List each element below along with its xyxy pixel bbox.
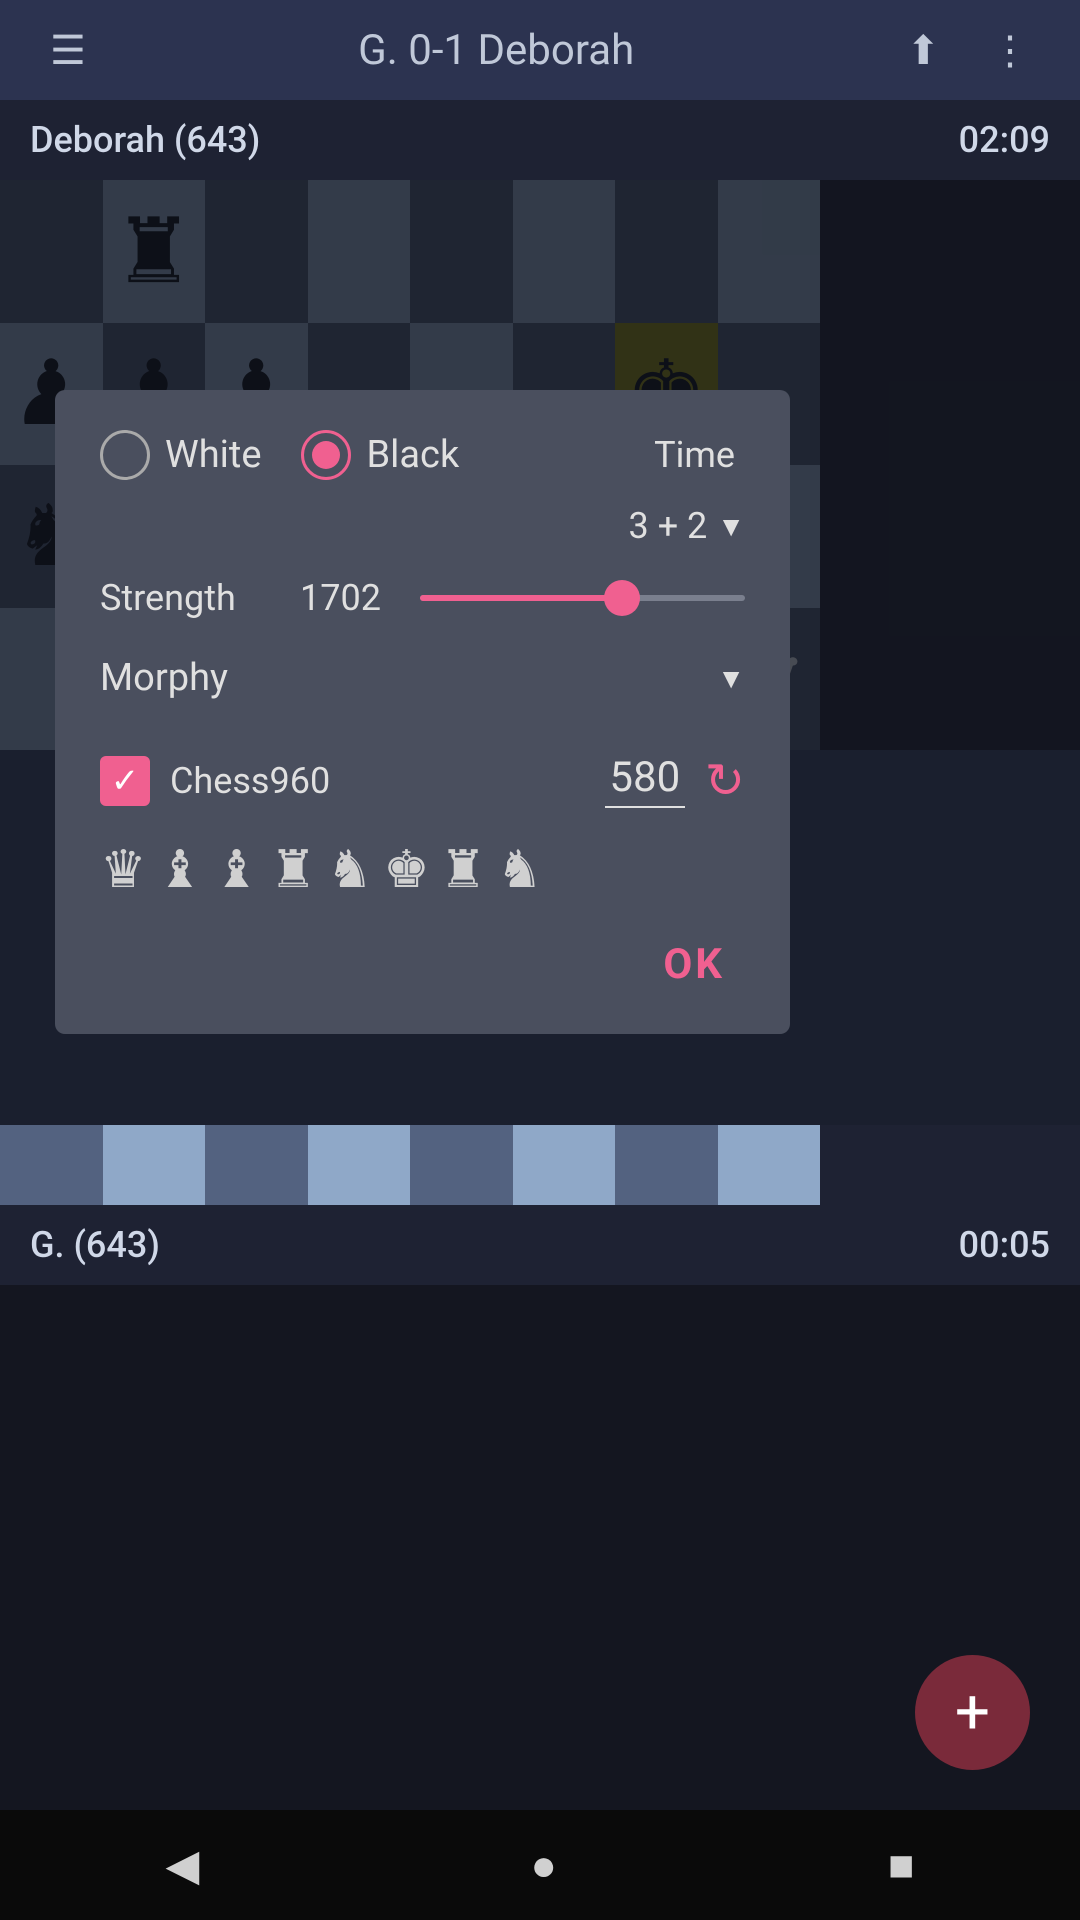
bottom-board-area <box>0 1125 1080 1205</box>
bottom-board-inner <box>0 1125 820 1205</box>
home-nav-icon[interactable]: ● <box>530 1839 557 1891</box>
recents-nav-icon[interactable]: ■ <box>888 1839 915 1891</box>
time-label: Time <box>654 434 735 476</box>
piece-rook1-icon[interactable]: ♜ <box>270 839 317 900</box>
piece-knight2-icon[interactable]: ♞ <box>496 839 543 900</box>
white-radio-option[interactable]: White <box>100 430 261 480</box>
board-seg <box>615 1125 718 1205</box>
color-selection-row: White Black Time <box>100 430 745 480</box>
piece-queen-icon[interactable]: ♛ <box>100 839 147 900</box>
bottom-player-name: G. (643) <box>30 1224 160 1266</box>
time-dropdown-arrow-icon: ▼ <box>717 510 745 543</box>
strength-row: Strength 1702 <box>100 577 745 619</box>
chess960-checkbox[interactable]: ✓ <box>100 756 150 806</box>
black-radio-dot <box>312 441 340 469</box>
opening-label: Morphy <box>100 656 717 700</box>
white-label: White <box>165 433 261 477</box>
more-icon[interactable]: ⋮ <box>980 17 1040 84</box>
black-label: Black <box>366 433 459 477</box>
piece-king-icon[interactable]: ♚ <box>383 839 430 900</box>
top-player-bar: Deborah (643) 02:09 <box>0 100 1080 180</box>
new-game-fab[interactable]: + <box>915 1655 1030 1770</box>
top-bar: ☰ G. 0-1 Deborah ⬆ ⋮ <box>0 0 1080 100</box>
slider-fill <box>420 595 622 601</box>
strength-slider[interactable] <box>420 594 745 602</box>
position-number: 580 <box>605 753 685 808</box>
share-icon[interactable]: ⬆ <box>896 17 950 84</box>
slider-track <box>420 595 745 601</box>
board-seg <box>0 1125 103 1205</box>
black-radio-circle[interactable] <box>301 430 351 480</box>
piece-bishop2-icon[interactable]: ♝ <box>213 839 260 900</box>
white-radio-circle[interactable] <box>100 430 150 480</box>
chess960-row: ✓ Chess960 580 ↻ <box>100 752 745 809</box>
piece-rook2-icon[interactable]: ♜ <box>440 839 487 900</box>
board-seg <box>410 1125 513 1205</box>
plus-icon: + <box>955 1682 990 1744</box>
time-row: 3 + 2 ▼ <box>100 500 745 547</box>
dialog: White Black Time 3 + 2 ▼ Strength 1702 <box>55 390 790 1034</box>
back-nav-icon[interactable]: ◀ <box>166 1839 200 1891</box>
ok-button[interactable]: OK <box>643 930 745 999</box>
checkmark-icon: ✓ <box>111 761 140 801</box>
opening-row[interactable]: Morphy ▼ <box>100 644 745 712</box>
top-player-time: 02:09 <box>959 119 1050 161</box>
piece-bishop1-icon[interactable]: ♝ <box>157 839 204 900</box>
page-title: G. 0-1 Deborah <box>96 26 897 75</box>
time-value: 3 + 2 <box>629 505 708 547</box>
board-seg <box>308 1125 411 1205</box>
nav-bar: ◀ ● ■ <box>0 1810 1080 1920</box>
menu-icon[interactable]: ☰ <box>40 17 96 84</box>
slider-thumb[interactable] <box>604 580 640 616</box>
chess960-label: Chess960 <box>170 760 605 802</box>
refresh-icon[interactable]: ↻ <box>705 752 745 809</box>
opening-dropdown-arrow-icon: ▼ <box>717 662 745 695</box>
board-seg <box>205 1125 308 1205</box>
board-seg <box>103 1125 206 1205</box>
strength-value: 1702 <box>300 577 420 619</box>
time-dropdown[interactable]: 3 + 2 ▼ <box>629 505 745 547</box>
bottom-player-time: 00:05 <box>959 1224 1050 1266</box>
strength-label: Strength <box>100 577 300 619</box>
piece-knight1-icon[interactable]: ♞ <box>327 839 374 900</box>
board-seg <box>513 1125 616 1205</box>
top-player-name: Deborah (643) <box>30 119 260 161</box>
board-seg <box>718 1125 821 1205</box>
pieces-row: ♛ ♝ ♝ ♜ ♞ ♚ ♜ ♞ <box>100 839 745 900</box>
bottom-player-bar: G. (643) 00:05 <box>0 1205 1080 1285</box>
black-radio-option[interactable]: Black <box>301 430 459 480</box>
time-section: Time <box>654 434 745 476</box>
ok-row: OK <box>100 930 745 999</box>
